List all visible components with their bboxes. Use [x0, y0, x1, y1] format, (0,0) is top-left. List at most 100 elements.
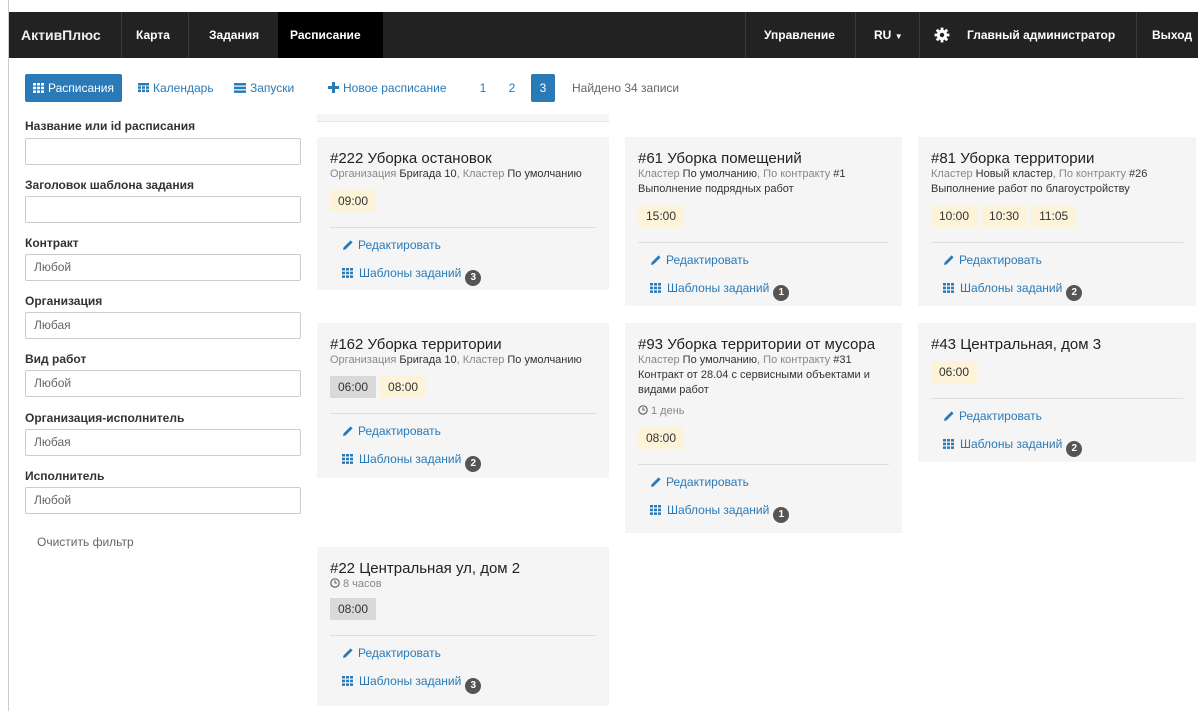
page-2-link[interactable]: 2 [500, 74, 524, 102]
time-badge: 06:00 [931, 361, 978, 383]
launches-label: Запуски [250, 81, 295, 95]
calendar-button[interactable]: Календарь [138, 74, 214, 102]
edit-link[interactable]: Редактировать [931, 409, 1183, 424]
filter-org-select[interactable]: Любая [25, 312, 301, 339]
card-times: 15:00 [638, 205, 889, 229]
card-divider [931, 398, 1183, 399]
card-meta: Организация Бригада 10, Кластер По умолч… [330, 168, 582, 180]
meta-value[interactable]: Бригада 10 [399, 354, 456, 366]
meta-value[interactable]: По умолчанию [507, 354, 581, 366]
filter-executor-select[interactable]: Любой [25, 487, 301, 514]
time-badge: 08:00 [380, 376, 427, 398]
clear-filter-link[interactable]: Очистить фильтр [37, 535, 134, 549]
schedules-button[interactable]: Расписания [25, 74, 122, 102]
card-divider [330, 635, 596, 636]
card-title[interactable]: #93 Уборка территории от мусора [638, 337, 889, 353]
card-title[interactable]: #43 Центральная, дом 3 [931, 337, 1183, 353]
card-times: 08:00 [638, 427, 889, 451]
edit-link[interactable]: Редактировать [330, 238, 596, 253]
gear-icon[interactable] [934, 27, 950, 43]
meta-value[interactable]: #31 [833, 354, 851, 366]
table-icon [33, 83, 44, 93]
new-schedule-button[interactable]: Новое расписание [328, 74, 447, 102]
schedule-card: #162 Уборка территории Организация Бригад… [317, 323, 609, 478]
meta-value[interactable]: По умолчанию [683, 354, 757, 366]
clock-icon [330, 578, 340, 588]
card-meta: Кластер По умолчанию, По контракту #1 [638, 168, 846, 180]
templates-link[interactable]: Шаблоны заданий 1 [638, 503, 889, 523]
nav-logout[interactable]: Выход [1140, 12, 1198, 58]
time-badge: 09:00 [330, 190, 377, 212]
time-badge: 15:00 [638, 205, 685, 227]
grid-icon [943, 283, 954, 293]
templates-link[interactable]: Шаблоны заданий 2 [330, 452, 596, 472]
card-divider [931, 242, 1183, 243]
card-meta: Организация Бригада 10, Кластер По умолч… [330, 354, 582, 366]
launches-button[interactable]: Запуски [234, 74, 294, 102]
nav-divider [1136, 12, 1137, 58]
filter-name-input[interactable] [25, 138, 301, 165]
nav-tasks[interactable]: Задания [197, 12, 271, 58]
meta-value[interactable]: #26 [1129, 168, 1147, 180]
card-divider [330, 413, 596, 414]
nav-schedule[interactable]: Расписание [278, 12, 383, 58]
grid-icon [342, 454, 353, 464]
filter-executor-label: Исполнитель [25, 469, 105, 483]
card-title[interactable]: #22 Центральная ул, дом 2 [330, 561, 596, 577]
edit-link[interactable]: Редактировать [330, 646, 596, 661]
filter-executor-org-label: Организация-исполнитель [25, 411, 185, 425]
filter-worktype-select[interactable]: Любой [25, 370, 301, 397]
card-description: Контракт от 28.04 с сервисными объектами… [638, 369, 870, 396]
nav-admin-user[interactable]: Главный администратор [955, 12, 1127, 58]
card-times: 08:00 [330, 598, 596, 622]
card-duration: 8 часов [330, 577, 596, 592]
templates-link[interactable]: Шаблоны заданий 2 [931, 437, 1183, 457]
language-dropdown[interactable]: RU ▼ [862, 12, 915, 58]
edit-link[interactable]: Редактировать [638, 475, 889, 490]
card-title[interactable]: #162 Уборка территории [330, 337, 596, 353]
edit-link[interactable]: Редактировать [638, 253, 889, 268]
pencil-icon [944, 255, 954, 265]
edit-link[interactable]: Редактировать [330, 424, 596, 439]
filter-executor-org-select[interactable]: Любая [25, 429, 301, 456]
nav-map[interactable]: Карта [124, 12, 182, 58]
filter-contract-select[interactable]: Любой [25, 254, 301, 281]
schedule-card: #93 Уборка территории от мусора Кластер П… [625, 323, 902, 533]
card-title[interactable]: #81 Уборка территории [931, 151, 1183, 167]
meta-value[interactable]: По умолчанию [507, 168, 581, 180]
templates-link[interactable]: Шаблоны заданий 3 [330, 674, 596, 694]
schedules-label: Расписания [48, 81, 114, 95]
pencil-icon [651, 255, 661, 265]
pencil-icon [343, 648, 353, 658]
brand-logo[interactable]: АктивПлюс [9, 12, 113, 58]
templates-count-badge: 2 [1066, 285, 1083, 301]
time-badge: 08:00 [638, 427, 685, 449]
nav-divider [745, 12, 746, 58]
meta-value[interactable]: По умолчанию [683, 168, 757, 180]
templates-link[interactable]: Шаблоны заданий 1 [638, 281, 889, 301]
templates-count-badge: 1 [773, 285, 790, 301]
meta-value[interactable]: Бригада 10 [399, 168, 456, 180]
nav-manage[interactable]: Управление [752, 12, 847, 58]
meta-value[interactable]: Новый кластер [976, 168, 1053, 180]
time-badge: 11:05 [1031, 205, 1077, 227]
card-description: Выполнение работ по благоустройству [931, 183, 1130, 195]
grid-icon [342, 676, 353, 686]
filter-name-label: Название или id расписания [25, 119, 196, 133]
grid-icon [342, 268, 353, 278]
caret-down-icon: ▼ [894, 32, 903, 41]
templates-link[interactable]: Шаблоны заданий 3 [330, 266, 596, 286]
meta-value[interactable]: #1 [833, 168, 845, 180]
edit-link[interactable]: Редактировать [931, 253, 1183, 268]
card-duration: 1 день [638, 404, 889, 419]
filter-template-input[interactable] [25, 196, 301, 223]
page-1-link[interactable]: 1 [471, 74, 495, 102]
card-title[interactable]: #61 Уборка помещений [638, 151, 889, 167]
new-schedule-label: Новое расписание [343, 81, 447, 95]
card-title[interactable]: #222 Уборка остановок [330, 151, 596, 167]
templates-link[interactable]: Шаблоны заданий 2 [931, 281, 1183, 301]
filter-contract-label: Контракт [25, 236, 79, 250]
card-divider [638, 242, 889, 243]
clock-icon [638, 405, 648, 415]
page-3-link[interactable]: 3 [531, 74, 555, 102]
